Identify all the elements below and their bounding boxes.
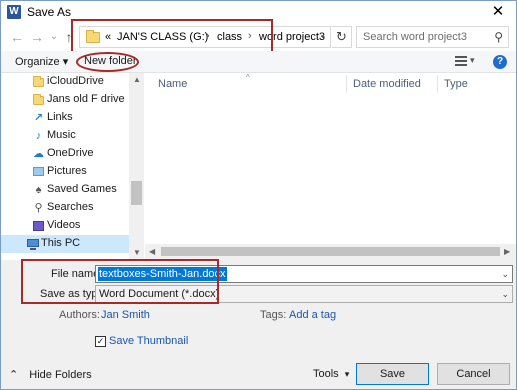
nav-pane-scroll-thumb[interactable] <box>131 181 142 205</box>
address-dropdown-button[interactable]: ⌄ <box>319 30 327 41</box>
tools-dropdown-icon: ▾ <box>344 369 350 379</box>
links-icon: ↗ <box>33 112 44 124</box>
help-icon[interactable]: ? <box>493 55 507 69</box>
nav-item-pictures[interactable]: Pictures <box>1 163 129 181</box>
authors-value[interactable]: Jan Smith <box>101 309 150 321</box>
annotation-box-filename <box>21 259 219 304</box>
scroll-right-icon[interactable]: ▶ <box>504 247 510 256</box>
chevron-up-icon: ⌃ <box>9 369 19 381</box>
column-divider[interactable] <box>346 75 347 93</box>
cancel-button[interactable]: Cancel <box>437 363 510 385</box>
nav-item-label: Pictures <box>47 165 87 177</box>
view-options-icon[interactable] <box>455 56 467 66</box>
tools-label: Tools <box>313 368 339 380</box>
authors-label: Authors: <box>59 309 100 321</box>
annotation-oval-new-folder <box>76 52 139 72</box>
nav-item-music[interactable]: ♪ Music <box>1 127 129 145</box>
search-placeholder: Search word project3 <box>363 31 467 43</box>
nav-item-label: Links <box>47 111 73 123</box>
folder-icon <box>33 94 44 106</box>
nav-item-this-pc[interactable]: This PC <box>1 235 129 253</box>
nav-item-videos[interactable]: Videos <box>1 217 129 235</box>
column-header-type[interactable]: Type <box>444 78 468 90</box>
column-divider[interactable] <box>437 75 438 93</box>
word-app-icon: W <box>7 5 21 19</box>
nav-pane-scrollbar[interactable]: ▲ ▼ <box>129 73 144 260</box>
window-title: Save As <box>27 5 72 19</box>
navigation-pane: iCloudDrive Jans old F drive ↗ Links ♪ M… <box>1 73 145 260</box>
recent-locations-button[interactable]: ⌄ <box>46 29 62 45</box>
onedrive-icon: ☁ <box>33 148 44 160</box>
hide-folders-button[interactable]: ⌃ Hide Folders <box>9 368 92 381</box>
nav-item-label: Saved Games <box>47 183 117 195</box>
sort-indicator-icon: ^ <box>246 73 250 82</box>
nav-item-searches[interactable]: ⚲ Searches <box>1 199 129 217</box>
hide-folders-label: Hide Folders <box>29 369 92 381</box>
nav-item-label: iCloudDrive <box>47 75 104 87</box>
search-icon: ⚲ <box>494 30 503 44</box>
column-header-name[interactable]: Name <box>158 78 187 90</box>
tools-menu-button[interactable]: Tools ▾ <box>313 368 349 380</box>
scroll-up-icon[interactable]: ▲ <box>133 75 141 84</box>
save-thumbnail-checkbox[interactable]: ✓ <box>95 336 106 347</box>
search-input[interactable]: Search word project3 ⚲ <box>356 26 509 48</box>
save-button[interactable]: Save <box>356 363 429 385</box>
organize-button[interactable]: Organize ▾ <box>15 55 68 68</box>
nav-item-label: Videos <box>47 219 81 231</box>
forward-button[interactable]: → <box>29 29 45 45</box>
annotation-box-address <box>71 19 273 54</box>
this-pc-icon <box>27 238 39 250</box>
searches-icon: ⚲ <box>34 202 43 214</box>
add-tag-link[interactable]: Add a tag <box>289 309 336 321</box>
nav-item-saved-games[interactable]: ♠ Saved Games <box>1 181 129 199</box>
file-list[interactable]: ^ Name Date modified Type <box>145 73 516 260</box>
scroll-down-icon[interactable]: ▼ <box>133 248 141 257</box>
nav-item-label: Searches <box>47 201 94 213</box>
videos-icon <box>33 220 44 232</box>
music-icon: ♪ <box>35 130 42 142</box>
nav-item-links[interactable]: ↗ Links <box>1 109 129 127</box>
file-list-horizontal-scrollbar[interactable]: ◀ ▶ <box>145 244 516 260</box>
chevron-down-icon[interactable]: ⌄ <box>501 269 509 280</box>
pictures-icon <box>33 166 44 178</box>
nav-item-label: Music <box>47 129 76 141</box>
nav-item-label: OneDrive <box>47 147 94 159</box>
view-dropdown-icon[interactable]: ▾ <box>470 55 475 66</box>
save-as-dialog: W Save As ✕ ← → ⌄ ↑ « JAN'S CLASS (G:) ›… <box>0 0 517 390</box>
close-button[interactable]: ✕ <box>484 1 512 23</box>
nav-item-label: This PC <box>41 237 81 249</box>
scroll-left-icon[interactable]: ◀ <box>149 247 155 256</box>
chevron-down-icon[interactable]: ⌄ <box>501 289 509 300</box>
saved-games-icon: ♠ <box>35 184 42 196</box>
nav-item-jans-old-f-drive[interactable]: Jans old F drive <box>1 91 129 109</box>
save-thumbnail-label[interactable]: Save Thumbnail <box>109 335 188 347</box>
refresh-button[interactable]: ↻ <box>332 26 352 48</box>
folder-icon <box>33 76 44 88</box>
column-header-date-modified[interactable]: Date modified <box>353 78 421 90</box>
nav-item-onedrive[interactable]: ☁ OneDrive <box>1 145 129 163</box>
tags-label: Tags: <box>260 309 287 321</box>
horizontal-scroll-thumb[interactable] <box>161 247 500 256</box>
nav-item-icloud-drive[interactable]: iCloudDrive <box>1 73 129 91</box>
nav-item-label: Jans old F drive <box>47 93 125 105</box>
back-button[interactable]: ← <box>9 29 25 45</box>
